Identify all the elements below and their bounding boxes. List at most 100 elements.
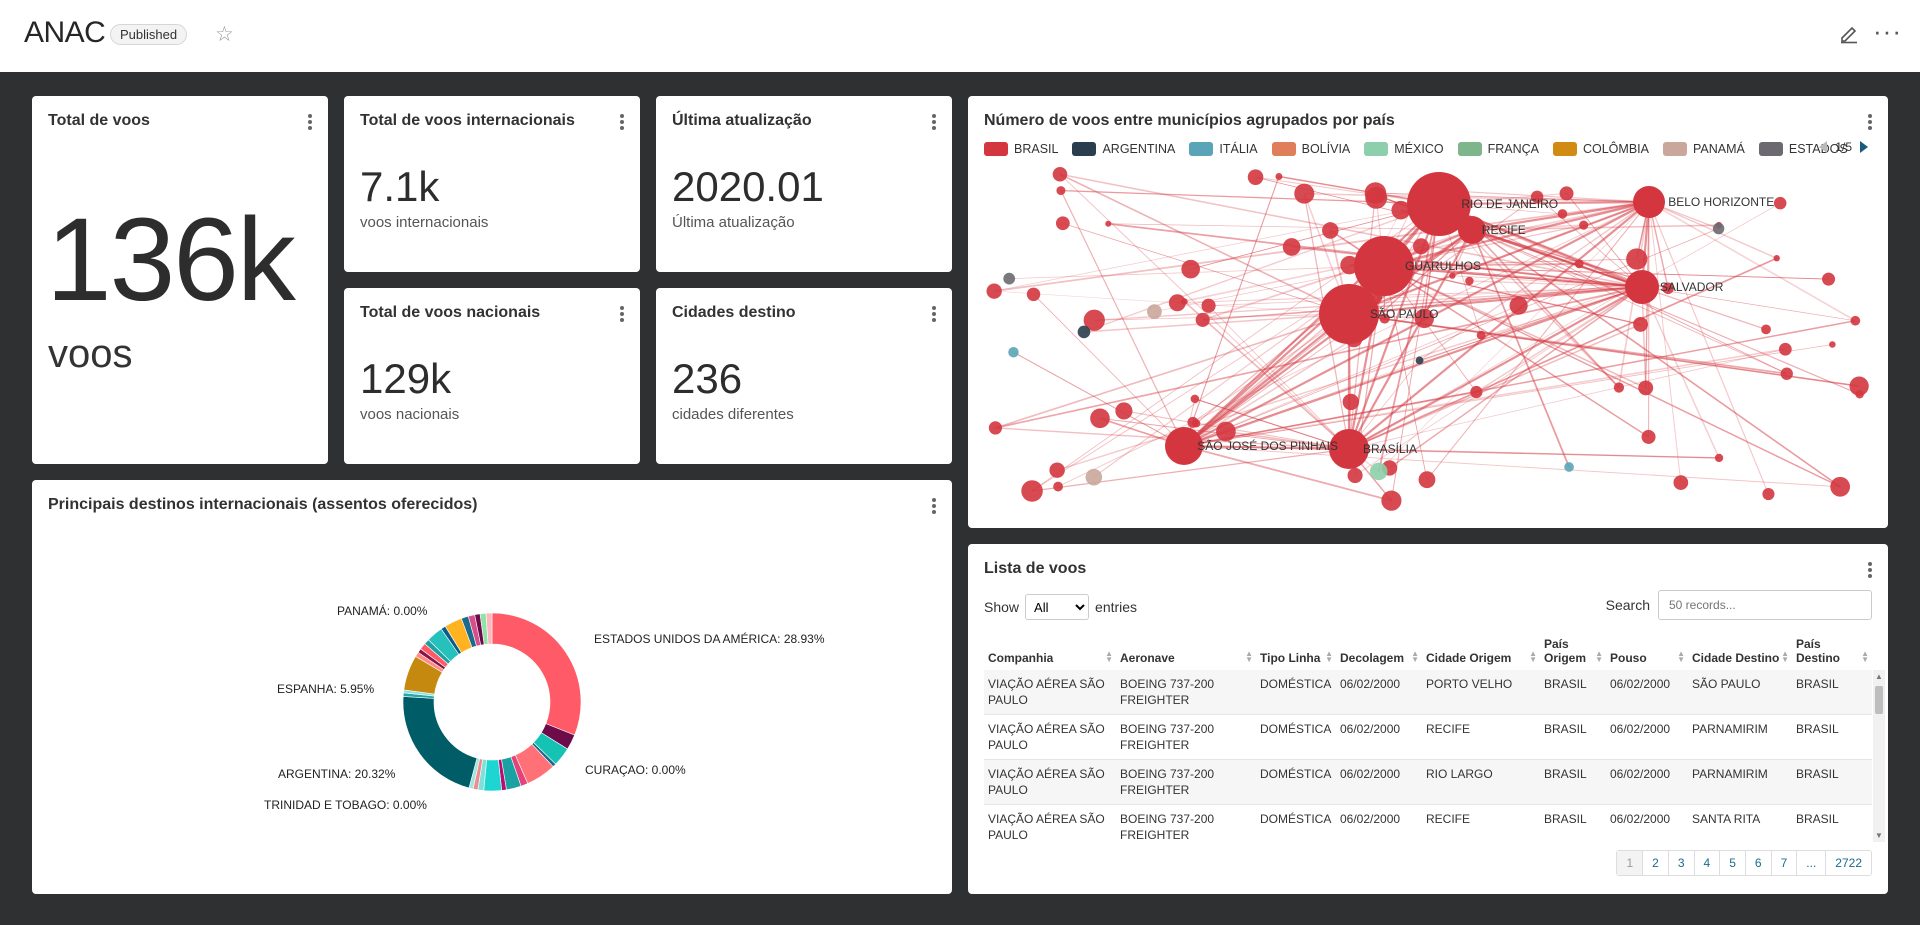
- card-menu-icon[interactable]: [1868, 562, 1872, 578]
- scrollbar-thumb[interactable]: [1875, 686, 1883, 714]
- graph-node[interactable]: [1294, 183, 1315, 204]
- graph-node[interactable]: [1247, 169, 1264, 185]
- graph-node[interactable]: [1049, 462, 1065, 478]
- table-scroll-area[interactable]: VIAÇÃO AÉREA SÃO PAULO BOEING 737-200 FRE…: [968, 670, 1888, 842]
- graph-node[interactable]: [1415, 356, 1424, 365]
- pie-slice[interactable]: [491, 612, 582, 736]
- card-menu-icon[interactable]: [620, 306, 624, 322]
- sort-icon[interactable]: ▲ ▼: [1677, 649, 1685, 663]
- page-button[interactable]: 3: [1667, 851, 1694, 875]
- card-menu-icon[interactable]: [1868, 114, 1872, 130]
- legend-item[interactable]: BRASIL: [984, 142, 1058, 156]
- graph-node[interactable]: [1613, 382, 1625, 393]
- graph-node[interactable]: [1053, 481, 1063, 492]
- sort-icon[interactable]: ▲ ▼: [1529, 649, 1537, 663]
- graph-node[interactable]: [1673, 475, 1689, 490]
- graph-node[interactable]: [1712, 222, 1725, 235]
- graph-node[interactable]: [1449, 272, 1456, 279]
- page-button[interactable]: 4: [1693, 851, 1720, 875]
- network-graph[interactable]: RIO DE JANEIRO BELO HORIZONTE RECIFE GUARUL…: [984, 164, 1872, 514]
- legend-prev-icon[interactable]: [1819, 141, 1828, 153]
- column-header[interactable]: Cidade Origem ▲ ▼: [1422, 628, 1540, 671]
- table-scrollbar[interactable]: ▲ ▼: [1873, 670, 1885, 842]
- graph-node[interactable]: [1021, 480, 1043, 502]
- sort-icon[interactable]: ▲ ▼: [1411, 649, 1419, 663]
- table-row[interactable]: VIAÇÃO AÉREA SÃO PAULO BOEING 737-200 FRE…: [984, 804, 1872, 842]
- pie-slice[interactable]: [402, 696, 478, 789]
- graph-node[interactable]: [1773, 255, 1780, 262]
- sort-icon[interactable]: ▲ ▼: [1781, 649, 1789, 663]
- card-menu-icon[interactable]: [932, 306, 936, 322]
- legend-item[interactable]: ARGENTINA: [1072, 142, 1175, 156]
- donut-chart[interactable]: [32, 480, 952, 894]
- graph-node[interactable]: [1470, 385, 1483, 399]
- graph-node[interactable]: [1369, 462, 1388, 481]
- graph-node[interactable]: [1282, 238, 1301, 256]
- graph-node[interactable]: [1780, 367, 1793, 380]
- graph-node[interactable]: [1077, 325, 1091, 339]
- card-menu-icon[interactable]: [932, 114, 936, 130]
- graph-node[interactable]: [1641, 429, 1656, 444]
- graph-node[interactable]: [1181, 259, 1200, 279]
- graph-node[interactable]: [1056, 186, 1066, 196]
- column-header[interactable]: País Destino ▲ ▼: [1792, 628, 1872, 671]
- table-row[interactable]: VIAÇÃO AÉREA SÃO PAULO BOEING 737-200 FRE…: [984, 759, 1872, 805]
- graph-node[interactable]: [1275, 173, 1283, 180]
- graph-node[interactable]: [1342, 393, 1359, 411]
- column-header[interactable]: Cidade Destino ▲ ▼: [1688, 628, 1792, 671]
- scroll-up-icon[interactable]: ▲: [1875, 672, 1883, 681]
- legend-item[interactable]: COLÔMBIA: [1552, 142, 1649, 156]
- graph-node[interactable]: [1638, 380, 1654, 396]
- sort-icon[interactable]: ▲ ▼: [1861, 649, 1869, 663]
- graph-hub-node[interactable]: [1633, 186, 1665, 218]
- column-header[interactable]: Companhia ▲ ▼: [984, 628, 1116, 671]
- graph-node[interactable]: [1574, 259, 1584, 269]
- table-row[interactable]: VIAÇÃO AÉREA SÃO PAULO BOEING 737-200 FRE…: [984, 670, 1872, 715]
- graph-node[interactable]: [1476, 330, 1486, 340]
- legend-next-icon[interactable]: [1860, 141, 1868, 153]
- page-button[interactable]: 1: [1617, 851, 1643, 875]
- graph-node[interactable]: [1181, 298, 1188, 305]
- sort-icon[interactable]: ▲ ▼: [1595, 649, 1603, 663]
- graph-node[interactable]: [1322, 222, 1339, 239]
- column-header[interactable]: Aeronave ▲ ▼: [1116, 628, 1256, 671]
- graph-node[interactable]: [1830, 476, 1851, 497]
- graph-node[interactable]: [1052, 166, 1068, 182]
- graph-node[interactable]: [1115, 402, 1133, 420]
- graph-node[interactable]: [986, 283, 1002, 299]
- graph-node[interactable]: [1559, 186, 1574, 201]
- graph-node[interactable]: [1085, 468, 1103, 486]
- graph-node[interactable]: [1055, 216, 1070, 231]
- graph-node[interactable]: [1633, 316, 1648, 332]
- graph-node[interactable]: [1364, 182, 1387, 204]
- scroll-down-icon[interactable]: ▼: [1875, 831, 1883, 840]
- graph-node[interactable]: [1465, 276, 1474, 286]
- edit-pencil-icon[interactable]: [1838, 22, 1860, 44]
- graph-node[interactable]: [1381, 490, 1402, 511]
- graph-node[interactable]: [1773, 196, 1787, 210]
- graph-node[interactable]: [1413, 238, 1430, 255]
- sort-icon[interactable]: ▲ ▼: [1325, 649, 1333, 663]
- graph-node[interactable]: [1187, 416, 1199, 428]
- graph-node[interactable]: [1418, 471, 1436, 489]
- legend-item[interactable]: BOLÍVIA: [1271, 142, 1350, 156]
- graph-node[interactable]: [1579, 220, 1589, 230]
- legend-item[interactable]: ITÁLIA: [1189, 142, 1258, 156]
- page-button[interactable]: ...: [1796, 851, 1825, 875]
- sort-icon[interactable]: ▲ ▼: [1245, 649, 1253, 663]
- favorite-star-icon[interactable]: ☆: [215, 22, 234, 47]
- graph-node[interactable]: [1557, 209, 1568, 219]
- graph-node[interactable]: [1105, 220, 1112, 227]
- page-button[interactable]: 2: [1642, 851, 1668, 875]
- legend-item[interactable]: FRANÇA: [1457, 142, 1539, 156]
- graph-node[interactable]: [1190, 394, 1200, 404]
- graph-node[interactable]: [1855, 390, 1864, 399]
- legend-item[interactable]: MÉXICO: [1364, 142, 1444, 156]
- graph-node[interactable]: [1008, 346, 1019, 358]
- graph-node[interactable]: [1090, 408, 1110, 429]
- card-menu-icon[interactable]: [620, 114, 624, 130]
- graph-node[interactable]: [1347, 467, 1363, 484]
- graph-node[interactable]: [1201, 298, 1216, 313]
- more-options-icon[interactable]: ···: [1873, 16, 1902, 47]
- legend-item[interactable]: PANAMÁ: [1662, 142, 1745, 156]
